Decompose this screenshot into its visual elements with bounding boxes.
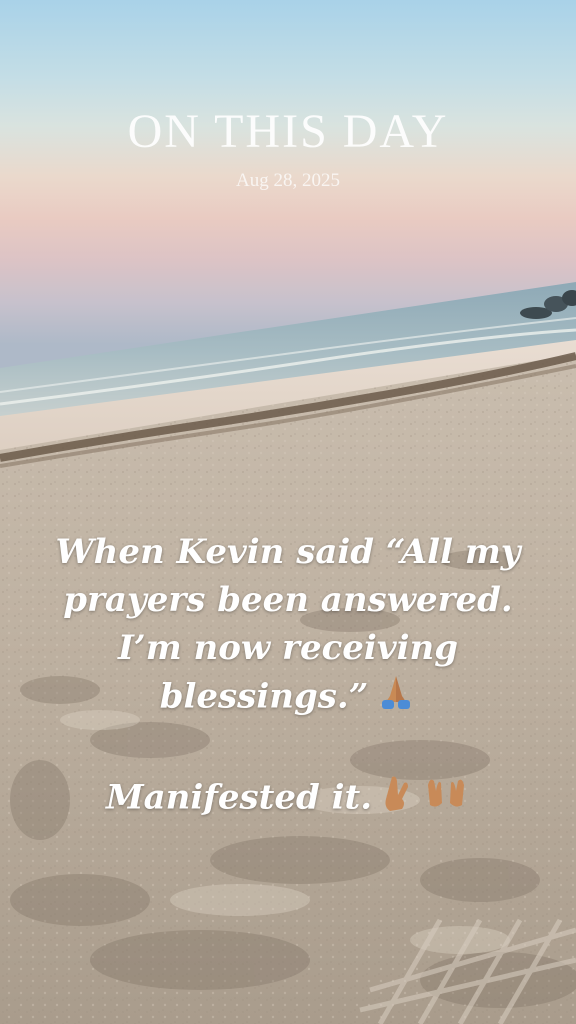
caption-line: blessings.” (159, 676, 369, 717)
praying-hands-emoji (376, 672, 416, 725)
caption-line: Manifested it. (105, 777, 373, 818)
story-background-photo: ON THIS DAY Aug 28, 2025 When Kevin said… (0, 0, 576, 1024)
caption-line: I’m now receiving (117, 628, 459, 668)
story-caption: When Kevin said “All my prayers been ans… (30, 528, 546, 826)
story-date: Aug 28, 2025 (236, 170, 340, 191)
crossed-fingers-emoji (380, 773, 414, 826)
story-title: ON THIS DAY (127, 105, 449, 158)
caption-line-with-emoji: Manifested it. (30, 773, 546, 826)
caption-line-with-emoji: blessings.” (30, 672, 546, 725)
raising-hands-emoji (422, 773, 470, 826)
caption-line: prayers been answered. (63, 580, 513, 620)
caption-line: When Kevin said “All my (55, 532, 521, 572)
